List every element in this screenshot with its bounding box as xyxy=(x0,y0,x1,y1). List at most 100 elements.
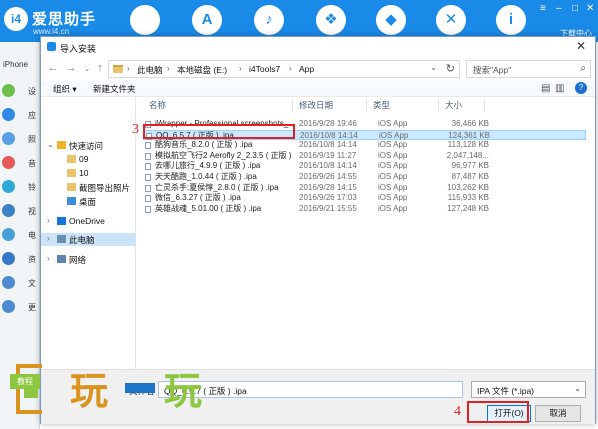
search-box[interactable]: 搜索"App" ⌕ xyxy=(466,60,591,78)
breadcrumb-app[interactable]: App xyxy=(299,64,314,74)
filename-input[interactable]: QQ_6.5.7 ( 正版 ) .ipa xyxy=(158,381,463,398)
breadcrumb-this-pc[interactable]: 此电脑 xyxy=(137,64,163,76)
sidebar-item[interactable]: 电 xyxy=(0,224,40,246)
file-type: iOS App xyxy=(378,182,408,192)
nav-tree-item[interactable]: 10 xyxy=(41,167,136,180)
nav-tree-label: 10 xyxy=(79,168,89,178)
address-bar[interactable]: › 此电脑 › 本地磁盘 (E:) › i4Tools7 › App ⌄ ↻ xyxy=(108,60,460,78)
network-icon xyxy=(57,255,66,263)
column-header-name[interactable]: 名称 xyxy=(143,99,293,112)
view-options-icon[interactable]: ▤ xyxy=(541,83,550,94)
file-size: 127,248 KB xyxy=(447,203,489,213)
nav-tree-item[interactable]: 截图导出照片 xyxy=(41,181,136,194)
file-size: 96,977 KB xyxy=(451,161,489,171)
organize-button[interactable]: 组织 ▾ xyxy=(53,83,77,95)
apple-icon[interactable] xyxy=(130,5,160,35)
nav-tree-item[interactable]: › 网络 xyxy=(41,253,136,266)
close-icon[interactable]: ✕ xyxy=(573,39,589,54)
sidebar-item-label: 设 xyxy=(28,87,36,96)
expand-arrow-icon[interactable]: › xyxy=(47,216,50,225)
sidebar-item[interactable]: 音 xyxy=(0,152,40,174)
sidebar-item-label: 铃 xyxy=(28,183,36,192)
back-arrow-icon[interactable]: ← xyxy=(47,62,59,75)
sidebar-item[interactable]: 铃 xyxy=(0,176,40,198)
minimize-icon[interactable]: – xyxy=(556,3,562,14)
sidebar-item[interactable]: 更 xyxy=(0,296,40,318)
sidebar-item-label: 电 xyxy=(28,231,36,240)
close-app-icon[interactable]: ✕ xyxy=(586,3,594,14)
file-type: iOS App xyxy=(378,140,408,150)
file-type: iOS App xyxy=(378,150,408,160)
preview-pane-icon[interactable]: ▥ xyxy=(555,83,564,94)
sidebar-item[interactable]: 应 xyxy=(0,104,40,126)
app-url: www.i4.cn xyxy=(33,27,70,36)
nav-tree-item[interactable]: ⌄ 快速访问 xyxy=(41,139,136,152)
recent-dropdown-icon[interactable]: ⌄ xyxy=(81,62,93,75)
address-dropdown-icon[interactable]: ⌄ xyxy=(430,63,437,72)
file-type: iOS App xyxy=(378,119,408,128)
file-row[interactable]: 去哪儿旅行_4.9.9 ( 正版 ) .ipa 2016/10/8 14:14 iO… xyxy=(143,161,586,172)
file-icon xyxy=(145,174,151,181)
tools-icon[interactable]: ✕ xyxy=(436,5,466,35)
sidebar-item[interactable]: 视 xyxy=(0,200,40,222)
sidebar-item-label: 更 xyxy=(28,303,36,312)
app-name: 爱思助手 xyxy=(32,11,97,28)
maximize-icon[interactable]: □ xyxy=(572,3,578,14)
menu-icon[interactable]: ≡ xyxy=(540,3,546,14)
column-header-size[interactable]: 大小 xyxy=(439,99,485,112)
dialog-app-icon xyxy=(47,42,56,51)
sidebar-item[interactable]: 照 xyxy=(0,128,40,150)
folder-icon xyxy=(67,169,76,177)
sidebar-item[interactable]: 设 xyxy=(0,80,40,102)
file-type: iOS App xyxy=(379,130,409,140)
sidebar-item-label: 视 xyxy=(28,207,36,216)
column-header-type[interactable]: 类型 xyxy=(367,99,439,112)
sidebar-item[interactable]: 文 xyxy=(0,272,40,294)
sidebar-item-icon xyxy=(2,132,15,145)
sidebar-item[interactable]: 资 xyxy=(0,248,40,270)
bell-icon[interactable]: ♪ xyxy=(254,5,284,35)
file-size: 87,487 KB xyxy=(451,172,489,181)
folder-icon xyxy=(113,65,123,73)
toolbar: 组织 ▾ 新建文件夹 ▤ ▥ ? xyxy=(41,81,595,97)
nav-tree-item[interactable]: 桌面 xyxy=(41,195,136,208)
breadcrumb-i4tools7[interactable]: i4Tools7 xyxy=(249,64,280,74)
file-icon xyxy=(145,152,151,160)
navigation-pane: ⌄ 快速访问 09 10 截图导出照片 桌面 › OneDrive › 此电脑 › 网络 xyxy=(41,97,136,369)
nav-tree-item[interactable]: 09 xyxy=(41,153,136,166)
help-icon[interactable]: ? xyxy=(575,82,587,94)
expand-arrow-icon[interactable]: › xyxy=(47,234,50,243)
new-folder-button[interactable]: 新建文件夹 xyxy=(93,83,136,95)
expand-arrow-icon[interactable]: › xyxy=(47,254,50,263)
nav-tree-item[interactable]: › OneDrive xyxy=(41,215,136,228)
address-row: ← → ⌄ ↑ › 此电脑 › 本地磁盘 (E:) › i4Tools7 › A… xyxy=(41,57,595,81)
nav-tree-item[interactable]: › 此电脑 xyxy=(41,233,136,246)
cloud-icon xyxy=(57,217,66,225)
file-row[interactable]: 酷狗音乐_8.2.0 ( 正版 ) .ipa 2016/10/8 14:14 iOS… xyxy=(143,140,586,151)
file-row[interactable]: 模拟航空飞行2 Aerofly 2_2.3.5 ( 正版 ) ... 2016/9… xyxy=(143,151,586,162)
watermark-arrow xyxy=(125,383,155,393)
cancel-button[interactable]: 取消 xyxy=(535,405,581,422)
device-label[interactable]: iPhone xyxy=(3,60,28,69)
appstore-icon[interactable]: A xyxy=(192,5,222,35)
box-icon[interactable]: ◆ xyxy=(376,5,406,35)
dropbox-icon[interactable]: ❖ xyxy=(316,5,346,35)
refresh-icon[interactable]: ↻ xyxy=(446,62,455,75)
file-row[interactable]: 亡灵杀手:夏侯惇_2.8.0 ( 正版 ) .ipa 2016/9/28 14:1… xyxy=(143,183,586,194)
column-header-date[interactable]: 修改日期 xyxy=(293,99,367,112)
search-icon[interactable]: ⌕ xyxy=(580,63,586,74)
info-icon[interactable]: i xyxy=(496,5,526,35)
file-row[interactable]: 英雄战魂_5.01.00 ( 正版 ) .ipa 2016/9/21 15:55 i… xyxy=(143,204,586,215)
dialog-titlebar: 导入安装 ✕ xyxy=(41,37,595,57)
sidebar-item-icon xyxy=(2,276,15,289)
sidebar-item-icon xyxy=(2,180,15,193)
file-date: 2016/10/8 14:14 xyxy=(300,130,358,140)
file-size: 103,262 KB xyxy=(447,182,489,192)
forward-arrow-icon[interactable]: → xyxy=(65,62,77,75)
up-arrow-icon[interactable]: ↑ xyxy=(94,62,106,75)
expand-arrow-icon[interactable]: ⌄ xyxy=(47,140,54,149)
file-type-filter[interactable]: IPA 文件 (*.ipa) ⌄ xyxy=(471,381,586,398)
file-row[interactable]: 微信_6.3.27 ( 正版 ) .ipa 2016/9/26 17:03 iOS … xyxy=(143,193,586,204)
file-row[interactable]: 天天酷跑_1.0.44 ( 正版 ) .ipa 2016/9/26 14:55 iO… xyxy=(143,172,586,183)
breadcrumb-drive-e[interactable]: 本地磁盘 (E:) xyxy=(177,64,227,76)
